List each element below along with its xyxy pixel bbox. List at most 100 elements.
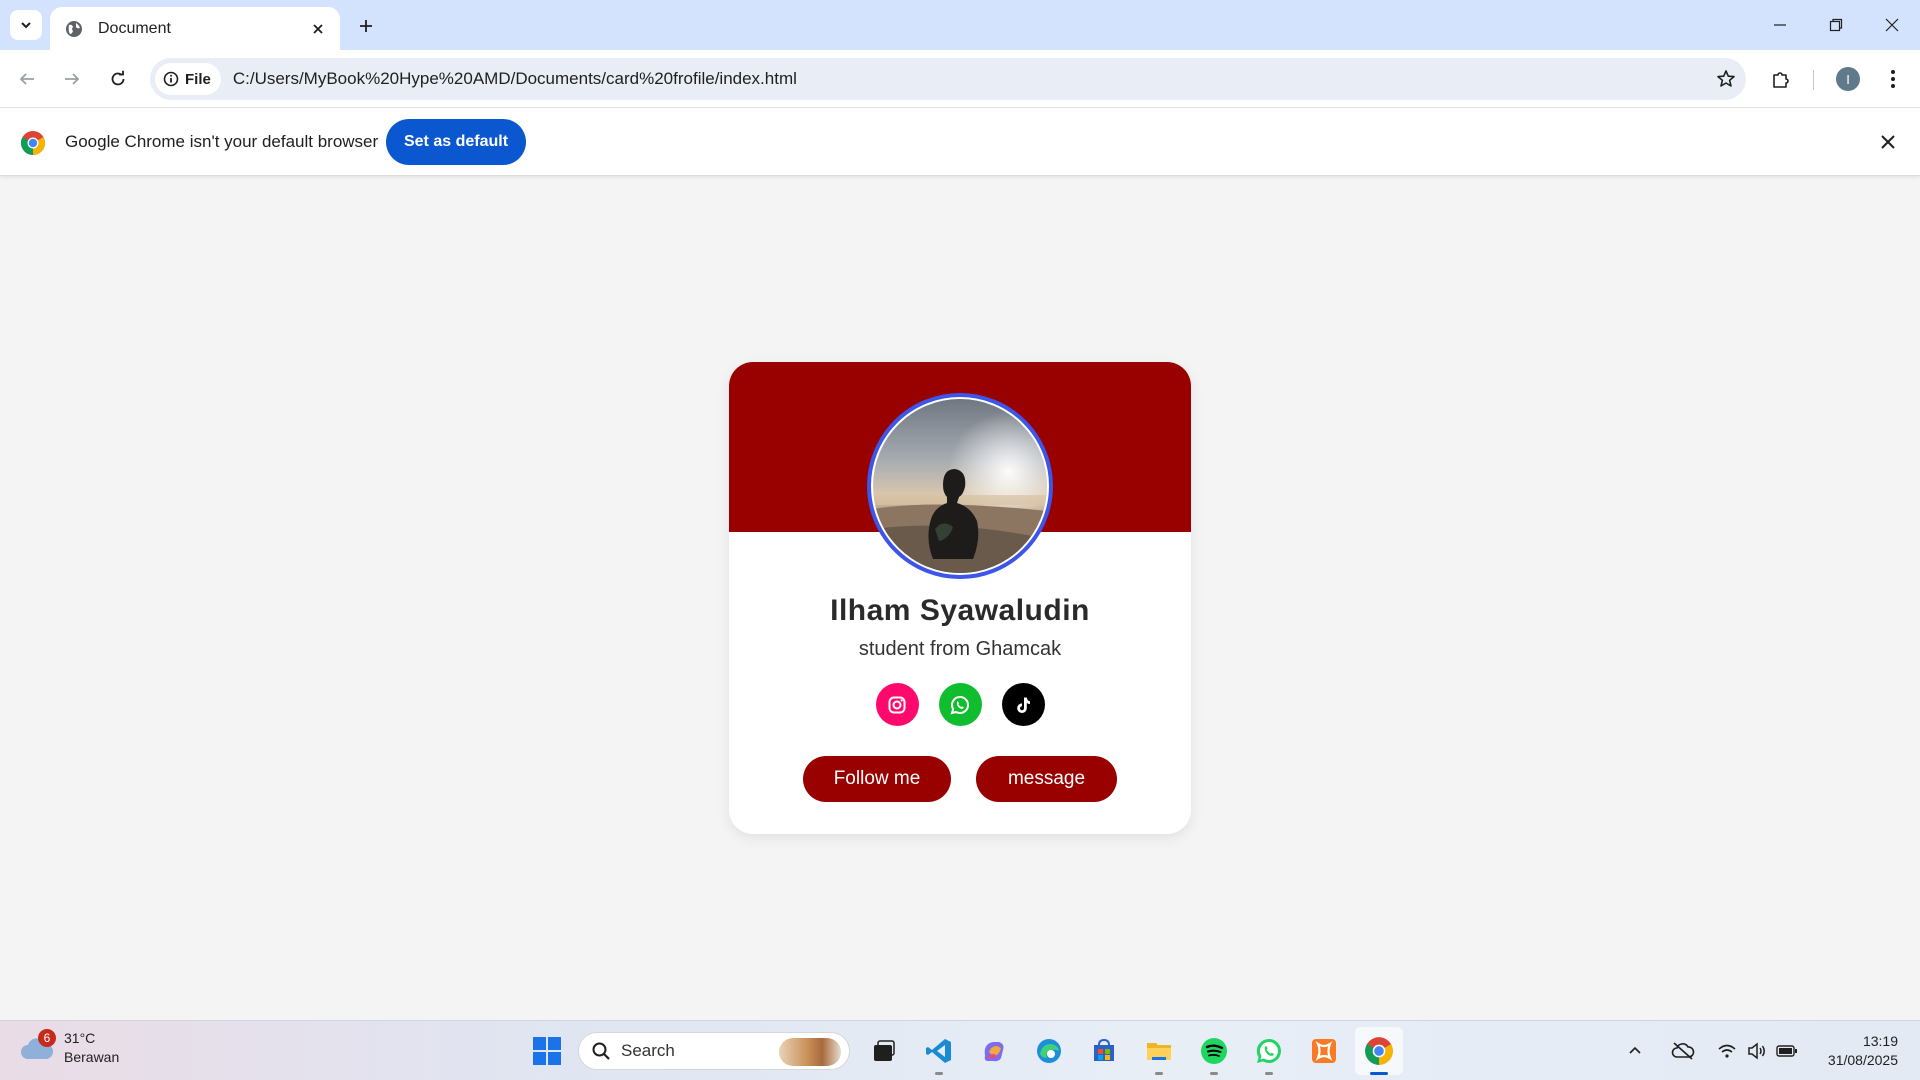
- restore-button[interactable]: [1808, 0, 1864, 50]
- copilot-icon: [984, 1042, 1004, 1062]
- menu-button[interactable]: [1878, 64, 1908, 94]
- minimize-button[interactable]: [1752, 0, 1808, 50]
- vscode-icon: [926, 1039, 951, 1063]
- default-browser-infobar: Google Chrome isn't your default browser…: [0, 108, 1920, 176]
- copilot-app[interactable]: [970, 1027, 1018, 1075]
- search-highlight-image: [779, 1038, 841, 1066]
- profile-bio: student from Ghamcak: [858, 638, 1062, 660]
- tab-search-button[interactable]: [10, 10, 42, 40]
- back-arrow-icon: [19, 73, 34, 85]
- close-icon: [1881, 135, 1895, 149]
- site-info-label: File: [185, 70, 211, 88]
- vscode-app[interactable]: [915, 1027, 963, 1075]
- store-icon: [1094, 1038, 1114, 1061]
- wifi-button[interactable]: [1712, 1036, 1742, 1066]
- infobar-close-button[interactable]: [1878, 132, 1898, 152]
- weather-widget[interactable]: 6 31°C Berawan: [20, 1029, 119, 1067]
- follow-me-button[interactable]: Follow me: [803, 756, 951, 802]
- tab-close-icon[interactable]: [308, 19, 328, 39]
- puzzle-icon: [1773, 72, 1789, 88]
- file-explorer-app[interactable]: [1135, 1027, 1183, 1075]
- cloud-offline-icon: [1671, 1042, 1695, 1060]
- forward-button[interactable]: [57, 64, 87, 94]
- spotify-icon: [1201, 1038, 1227, 1064]
- info-icon: [163, 71, 179, 87]
- taskbar-apps: Search: [523, 1027, 1410, 1075]
- battery-icon: [1776, 1045, 1797, 1057]
- back-button[interactable]: [12, 64, 42, 94]
- xampp-icon: [1312, 1039, 1336, 1063]
- instagram-link[interactable]: [875, 683, 919, 726]
- tiktok-icon: [1017, 697, 1030, 713]
- extensions-button[interactable]: [1766, 64, 1796, 94]
- weather-badge: 6: [38, 1029, 56, 1047]
- forward-arrow-icon: [65, 73, 80, 85]
- taskbar-search[interactable]: Search: [578, 1032, 850, 1070]
- social-links: [729, 683, 1191, 726]
- new-tab-button[interactable]: [352, 12, 380, 40]
- folder-icon: [1147, 1043, 1171, 1060]
- onedrive-button[interactable]: [1668, 1036, 1698, 1066]
- task-view-icon: [874, 1040, 895, 1061]
- tab-strip: Document: [0, 0, 1920, 50]
- reload-button[interactable]: [103, 64, 133, 94]
- temperature: 31°C: [64, 1030, 96, 1046]
- whatsapp-app[interactable]: [1245, 1027, 1293, 1075]
- message-button[interactable]: message: [976, 756, 1117, 802]
- windows-taskbar: 6 31°C Berawan Search 13:19 31/08/2025: [0, 1020, 1920, 1080]
- profile-card: Ilham Syawaludin student from Ghamcak Fo…: [729, 362, 1191, 834]
- tab-title: Document: [98, 19, 171, 37]
- set-as-default-button[interactable]: Set as default: [386, 119, 526, 165]
- url-text[interactable]: C:/Users/MyBook%20Hype%20AMD/Documents/c…: [233, 69, 1706, 89]
- wifi-icon: [1718, 1044, 1736, 1058]
- store-app[interactable]: [1080, 1027, 1128, 1075]
- edge-icon: [1037, 1039, 1061, 1063]
- address-bar[interactable]: File C:/Users/MyBook%20Hype%20AMD/Docume…: [150, 58, 1746, 100]
- close-window-button[interactable]: [1864, 0, 1920, 50]
- card-actions: Follow me message: [729, 756, 1191, 802]
- profile-photo-image: [873, 399, 1047, 573]
- profile-button[interactable]: I: [1833, 64, 1863, 94]
- reload-icon: [111, 70, 125, 86]
- site-info-chip[interactable]: File: [155, 63, 221, 95]
- windows-logo-icon: [533, 1037, 561, 1065]
- cloud-icon: 6: [20, 1029, 56, 1063]
- browser-toolbar: File C:/Users/MyBook%20Hype%20AMD/Docume…: [0, 50, 1920, 108]
- chrome-logo-icon: [20, 131, 46, 155]
- clock-date: 31/08/2025: [1827, 1052, 1898, 1068]
- whatsapp-icon: [1256, 1038, 1281, 1063]
- search-placeholder: Search: [621, 1041, 675, 1060]
- whatsapp-icon: [950, 695, 969, 714]
- infobar-message: Google Chrome isn't your default browser: [65, 132, 379, 151]
- bookmark-button[interactable]: [1706, 69, 1746, 89]
- toolbar-divider: [1813, 70, 1814, 90]
- instagram-icon: [888, 696, 906, 713]
- clock[interactable]: 13:19 31/08/2025: [1820, 1032, 1920, 1070]
- kebab-menu-icon: [1891, 70, 1895, 88]
- spotify-app[interactable]: [1190, 1027, 1238, 1075]
- xampp-app[interactable]: [1300, 1027, 1348, 1075]
- edge-app[interactable]: [1025, 1027, 1073, 1075]
- whatsapp-link[interactable]: [938, 683, 982, 726]
- clock-time: 13:19: [1862, 1033, 1898, 1049]
- restore-icon: [1829, 18, 1843, 32]
- minimize-icon: [1774, 24, 1786, 26]
- search-icon: [592, 1042, 610, 1060]
- star-icon: [1717, 70, 1735, 87]
- tab-document[interactable]: Document: [50, 7, 340, 50]
- start-button[interactable]: [523, 1027, 571, 1075]
- volume-button[interactable]: [1742, 1036, 1772, 1066]
- globe-icon: [66, 20, 82, 37]
- weather-description: Berawan: [64, 1049, 120, 1065]
- battery-button[interactable]: [1772, 1036, 1802, 1066]
- chrome-icon: [1365, 1037, 1393, 1065]
- speaker-icon: [1748, 1042, 1765, 1060]
- chrome-app[interactable]: [1355, 1027, 1403, 1075]
- profile-name: Ilham Syawaludin: [830, 594, 1090, 627]
- tiktok-link[interactable]: [1001, 683, 1045, 726]
- system-tray: 13:19 31/08/2025: [1620, 1021, 1920, 1080]
- chevron-down-icon: [21, 22, 31, 29]
- show-hidden-icons-button[interactable]: [1620, 1036, 1650, 1066]
- plus-icon: [360, 20, 372, 32]
- task-view-button[interactable]: [860, 1027, 908, 1075]
